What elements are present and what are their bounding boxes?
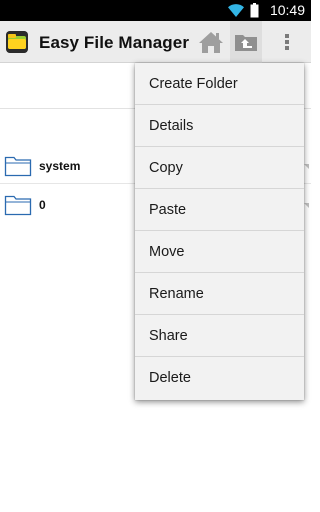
menu-item-rename[interactable]: Rename [135, 273, 304, 315]
folder-icon [4, 156, 32, 177]
status-icons [228, 3, 259, 18]
status-bar: 10:49 [0, 0, 311, 21]
file-name: 0 [39, 198, 46, 212]
home-button[interactable] [196, 21, 226, 63]
menu-item-create-folder[interactable]: Create Folder [135, 63, 304, 105]
folder-icon [4, 195, 32, 216]
file-name: system [39, 159, 81, 173]
folder-up-icon [235, 35, 257, 51]
battery-icon [250, 3, 259, 18]
chevron-down-icon [304, 164, 309, 169]
menu-item-copy[interactable]: Copy [135, 147, 304, 189]
menu-item-share[interactable]: Share [135, 315, 304, 357]
overflow-menu-icon [285, 34, 289, 50]
menu-item-move[interactable]: Move [135, 231, 304, 273]
app-logo-icon[interactable] [6, 31, 28, 53]
wifi-icon [228, 4, 244, 17]
folder-up-button[interactable] [230, 21, 262, 63]
overflow-popup-menu: Create Folder Details Copy Paste Move Re… [135, 63, 304, 400]
menu-item-paste[interactable]: Paste [135, 189, 304, 231]
action-bar: Easy File Manager [0, 21, 311, 63]
menu-item-delete[interactable]: Delete [135, 357, 304, 400]
app-title: Easy File Manager [39, 33, 190, 52]
chevron-down-icon [304, 203, 309, 208]
status-time: 10:49 [269, 2, 305, 18]
menu-item-details[interactable]: Details [135, 105, 304, 147]
overflow-menu-button[interactable] [274, 21, 300, 63]
home-icon [199, 32, 223, 53]
